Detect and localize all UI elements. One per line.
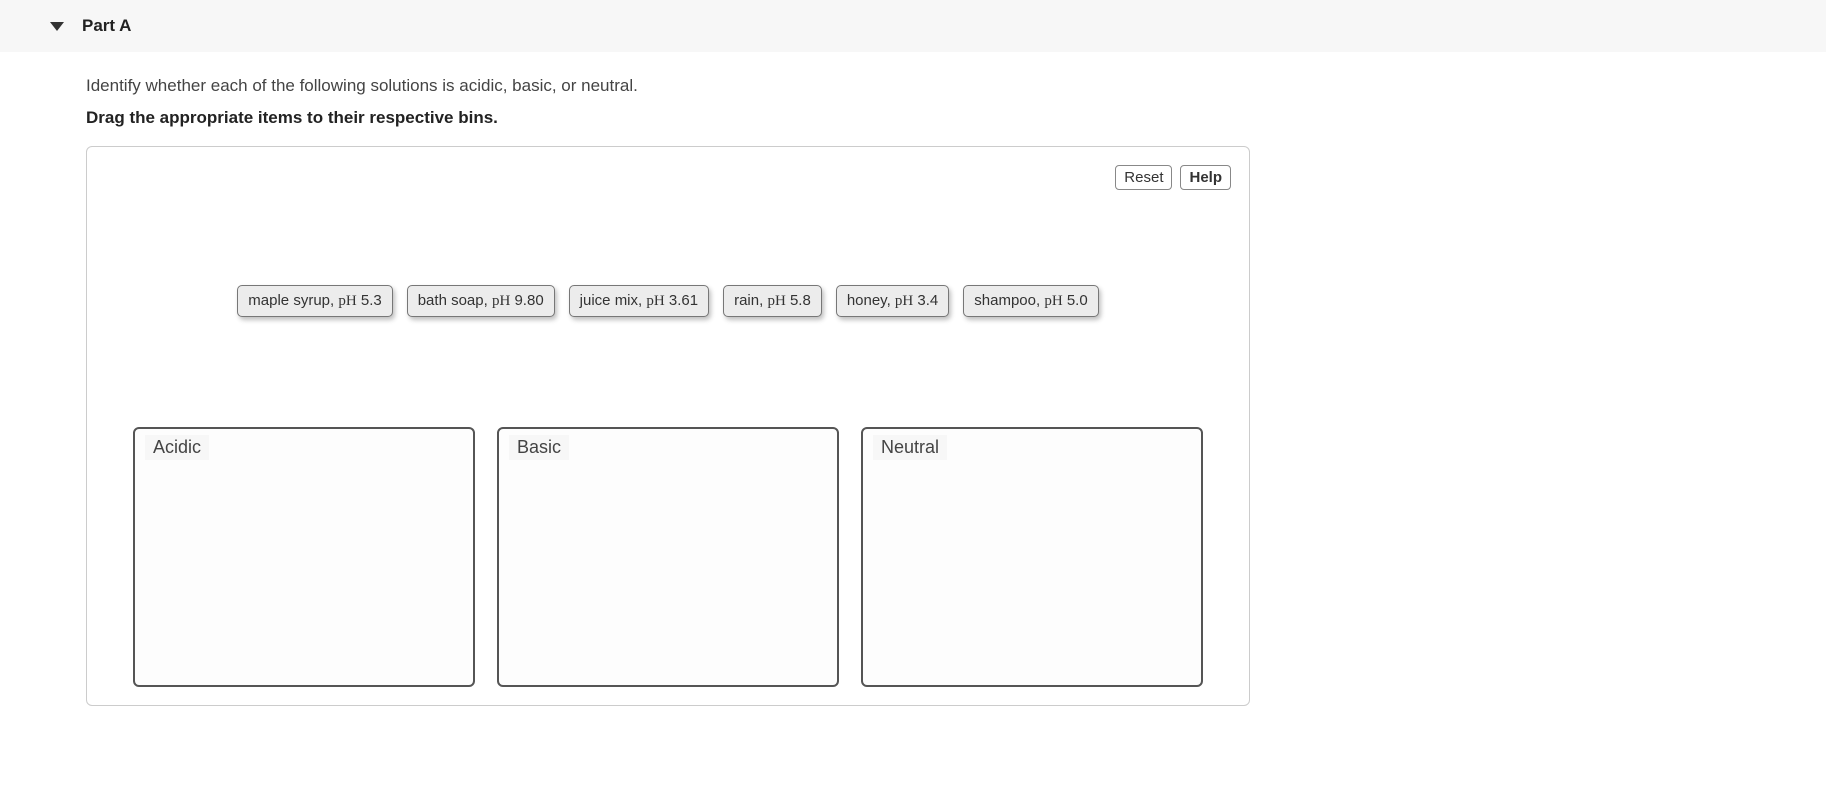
bin-neutral[interactable]: Neutral	[861, 427, 1203, 687]
content-area: Identify whether each of the following s…	[0, 52, 1250, 706]
part-title: Part A	[82, 16, 131, 36]
caret-down-icon	[50, 22, 64, 31]
drag-item-shampoo[interactable]: shampoo, pH 5.0	[963, 285, 1098, 317]
bins-row: Acidic Basic Neutral	[105, 427, 1231, 687]
bin-acidic[interactable]: Acidic	[133, 427, 475, 687]
bin-label-basic: Basic	[509, 435, 569, 460]
bin-label-acidic: Acidic	[145, 435, 209, 460]
items-row: maple syrup, pH 5.3 bath soap, pH 9.80 j…	[105, 285, 1231, 317]
prompt-text: Identify whether each of the following s…	[86, 76, 1250, 96]
bin-basic[interactable]: Basic	[497, 427, 839, 687]
drag-item-juice-mix[interactable]: juice mix, pH 3.61	[569, 285, 709, 317]
reset-button[interactable]: Reset	[1115, 165, 1172, 190]
drag-item-maple-syrup[interactable]: maple syrup, pH 5.3	[237, 285, 392, 317]
help-button[interactable]: Help	[1180, 165, 1231, 190]
drag-item-bath-soap[interactable]: bath soap, pH 9.80	[407, 285, 555, 317]
drag-item-rain[interactable]: rain, pH 5.8	[723, 285, 822, 317]
bin-label-neutral: Neutral	[873, 435, 947, 460]
part-header[interactable]: Part A	[0, 0, 1826, 52]
instruction-text: Drag the appropriate items to their resp…	[86, 108, 1250, 128]
work-area: Reset Help maple syrup, pH 5.3 bath soap…	[86, 146, 1250, 706]
drag-item-honey[interactable]: honey, pH 3.4	[836, 285, 949, 317]
toolbar: Reset Help	[105, 165, 1231, 190]
